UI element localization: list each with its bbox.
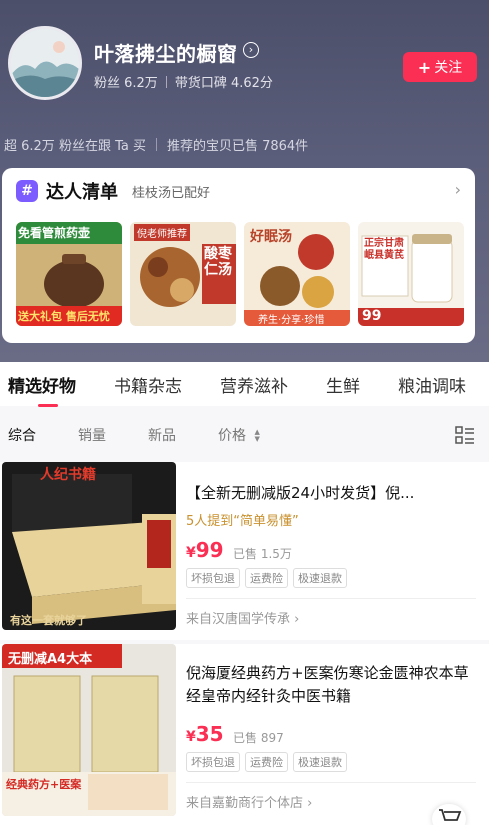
shop-stats: 粉丝 6.2万 带货口碑 4.62分	[94, 72, 273, 91]
curated-item[interactable]: 免看管煎药壶 送大礼包 售后无忧	[16, 222, 122, 326]
followers-buying: 超 6.2万 粉丝在跟 Ta 买	[4, 139, 146, 154]
service-tags: 坏损包退 运费险 极速退款	[186, 752, 347, 772]
service-tag: 极速退款	[293, 752, 347, 772]
store-link[interactable]: 来自汉唐国学传承 ›	[186, 608, 299, 627]
curated-item-label: 正宗甘肃 岷县黄芪	[364, 238, 404, 261]
landscape-avatar-image	[11, 29, 79, 97]
product-price: ¥99	[186, 538, 224, 562]
curated-list-card[interactable]: # 达人清单 桂枝汤已配好 › 免看管煎药壶 送大礼包 售后无忧 倪老师推荐 酸…	[2, 168, 475, 343]
social-proof: 超 6.2万 粉丝在跟 Ta 买 推荐的宝贝已售 7864件	[4, 135, 308, 154]
product-price: ¥35	[186, 722, 224, 746]
product-image[interactable]: 无删减A4大本 经典药方+医案	[2, 644, 176, 816]
price-value: 35	[195, 722, 224, 746]
tab-books[interactable]: 书籍杂志	[114, 372, 182, 397]
curated-title: 达人清单	[46, 182, 118, 203]
product-card[interactable]: 无删减A4大本 经典药方+医案 倪海厦经典药方+医案伤寒论金匮神农本草经皇帝内经…	[0, 644, 489, 825]
tab-featured[interactable]: 精选好物	[8, 372, 76, 407]
service-tag: 坏损包退	[186, 568, 240, 588]
tab-grain-oil[interactable]: 粮油调味	[398, 372, 466, 397]
shop-info-arrow-icon[interactable]: ›	[243, 42, 259, 58]
shopping-cart-icon	[439, 809, 462, 821]
cover-title: 无删减A4大本	[8, 652, 93, 667]
category-tabs: 精选好物 书籍杂志 营养滋补 生鲜 粮油调味	[0, 362, 489, 407]
service-tag: 极速退款	[293, 568, 347, 588]
product-sold: 已售 897	[233, 731, 284, 745]
filter-price[interactable]: 价格 ▲ ▼	[218, 425, 260, 445]
follow-button[interactable]: + 关注	[403, 52, 477, 82]
product-sold: 已售 1.5万	[233, 547, 292, 561]
chevron-right-icon: ›	[307, 796, 313, 811]
curated-item[interactable]: 倪老师推荐 酸枣仁汤	[130, 222, 236, 326]
filter-new[interactable]: 新品	[148, 425, 176, 445]
store-link[interactable]: 来自嘉勤商行个体店 ›	[186, 792, 312, 811]
rating-score: 带货口碑 4.62分	[174, 76, 273, 91]
currency-symbol: ¥	[186, 545, 196, 561]
tab-nutrition[interactable]: 营养滋补	[220, 372, 288, 397]
divider	[155, 138, 157, 151]
divider	[165, 75, 167, 88]
curated-item[interactable]: 正宗甘肃 岷县黄芪 99	[358, 222, 464, 326]
filter-price-label: 价格	[218, 428, 246, 444]
curated-item-caption: 送大礼包 售后无忧	[18, 310, 110, 323]
currency-symbol: ¥	[186, 729, 196, 745]
shop-name[interactable]: 叶落拂尘的橱窗	[94, 38, 238, 67]
curated-item-caption: 99	[362, 308, 382, 324]
product-card[interactable]: 人纪书籍 有这一套就够了 【全新无删减版24小时发货】倪... 5人提到“简单易…	[0, 462, 489, 640]
chevron-right-icon[interactable]: ›	[455, 180, 461, 199]
curated-item-label: 好眠汤	[250, 229, 292, 245]
sort-filters: 综合 销量 新品 价格 ▲ ▼	[0, 416, 489, 454]
service-tag: 坏损包退	[186, 752, 240, 772]
product-title[interactable]: 【全新无删减版24小时发货】倪...	[186, 482, 476, 505]
shop-header: 叶落拂尘的橱窗 › 粉丝 6.2万 带货口碑 4.62分 + 关注 超 6.2万…	[0, 0, 489, 362]
service-tag: 运费险	[245, 752, 288, 772]
shop-avatar[interactable]	[8, 26, 82, 100]
curated-subtitle: 桂枝汤已配好	[132, 186, 211, 201]
curated-item-caption: 酸枣仁汤	[204, 246, 232, 278]
plus-icon: +	[417, 57, 432, 77]
cover-caption: 有这一套就够了	[10, 614, 87, 627]
price-value: 99	[195, 538, 224, 562]
filter-sales[interactable]: 销量	[78, 425, 106, 445]
cover-caption: 经典药方+医案	[6, 778, 82, 791]
store-name: 来自嘉勤商行个体店	[186, 796, 304, 811]
sold-summary: 推荐的宝贝已售 7864件	[166, 139, 309, 154]
follow-label: 关注	[434, 60, 463, 76]
service-tags: 坏损包退 运费险 极速退款	[186, 568, 347, 588]
tab-fresh[interactable]: 生鲜	[326, 372, 360, 397]
cover-title: 人纪书籍	[40, 467, 96, 483]
fans-count: 粉丝 6.2万	[94, 76, 158, 91]
curated-item-caption: 养生·分享·珍惜	[258, 315, 325, 326]
layout-toggle-icon[interactable]	[455, 425, 475, 445]
cart-button[interactable]	[432, 804, 466, 825]
chevron-right-icon: ›	[294, 612, 300, 627]
sort-arrows-icon: ▲ ▼	[254, 428, 260, 443]
divider	[186, 782, 476, 783]
divider	[186, 598, 476, 599]
curated-item-label: 倪老师推荐	[134, 224, 190, 241]
store-name: 来自汉唐国学传承	[186, 612, 291, 627]
curated-item-label: 免看管煎药壶	[18, 226, 91, 240]
book-set-image	[2, 462, 176, 630]
product-image[interactable]: 人纪书籍 有这一套就够了	[2, 462, 176, 630]
product-title[interactable]: 倪海厦经典药方+医案伤寒论金匮神农本草经皇帝内经针灸中医书籍	[186, 662, 476, 708]
curated-item[interactable]: 好眠汤 养生·分享·珍惜	[244, 222, 350, 326]
hashtag-icon: #	[16, 180, 38, 202]
filter-overall[interactable]: 综合	[8, 425, 36, 445]
product-recommend: 5人提到“简单易懂”	[186, 514, 299, 529]
service-tag: 运费险	[245, 568, 288, 588]
